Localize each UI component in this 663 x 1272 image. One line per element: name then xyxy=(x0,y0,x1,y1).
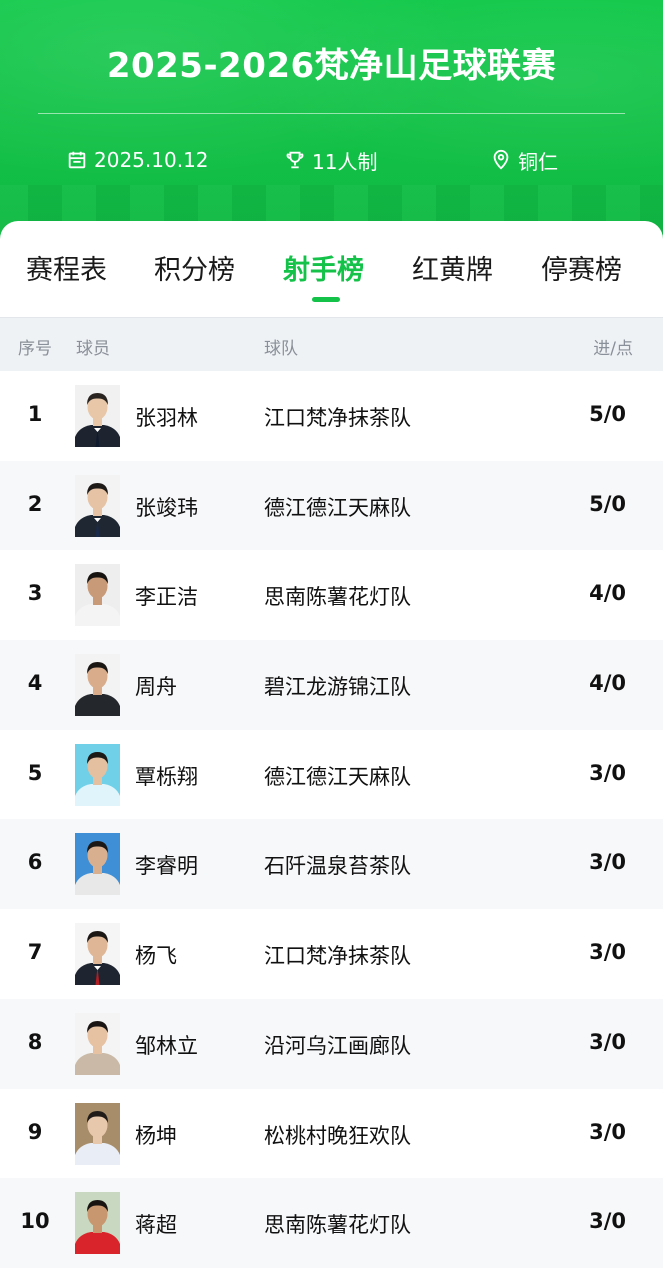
table-row[interactable]: 6 李睿明 石阡温泉苔茶队 3/0 xyxy=(0,819,663,910)
team-name[interactable]: 碧江龙游锦江队 xyxy=(264,671,411,701)
header-goals: 进/点 xyxy=(593,339,633,359)
goals-penalties: 3/0 xyxy=(589,760,626,785)
table-row[interactable]: 4 周舟 碧江龙游锦江队 4/0 xyxy=(0,640,663,730)
team-name[interactable]: 思南陈薯花灯队 xyxy=(264,581,411,611)
player-name[interactable]: 邹林立 xyxy=(135,1030,198,1060)
player-avatar-icon xyxy=(75,385,120,447)
player-name[interactable]: 杨飞 xyxy=(135,940,177,970)
player-avatar-icon xyxy=(75,654,120,717)
player-photo xyxy=(75,564,120,627)
rank-number: 4 xyxy=(27,671,43,696)
player-photo xyxy=(75,1102,120,1165)
rank-number: 9 xyxy=(27,1119,43,1144)
table-row[interactable]: 5 覃栎翔 德江德江天麻队 3/0 xyxy=(0,730,663,820)
player-avatar-icon xyxy=(75,1012,120,1075)
tab-schedule[interactable]: 赛程表 xyxy=(26,251,107,291)
goals-penalties: 4/0 xyxy=(589,581,626,606)
header-divider xyxy=(38,113,625,114)
player-photo xyxy=(75,743,120,806)
scorer-list: 1 张羽林 江口梵净抹茶队 5/0 2 张竣玮 德江德江天麻队 5/0 3 李正… xyxy=(0,371,663,1268)
goals-penalties: 5/0 xyxy=(589,402,626,426)
player-photo xyxy=(75,833,120,896)
player-avatar-icon xyxy=(75,1102,120,1165)
match-location: 铜仁 xyxy=(490,146,558,174)
active-tab-indicator xyxy=(312,297,340,302)
tab-standings[interactable]: 积分榜 xyxy=(154,251,235,291)
trophy-icon xyxy=(286,151,304,169)
rank-number: 1 xyxy=(27,402,43,426)
match-date: 2025.10.12 xyxy=(66,146,209,174)
table-row[interactable]: 9 杨坤 松桃村晚狂欢队 3/0 xyxy=(0,1089,663,1179)
player-name[interactable]: 张竣玮 xyxy=(135,492,198,522)
player-photo xyxy=(75,923,120,986)
rank-number: 6 xyxy=(27,850,43,875)
header-player: 球员 xyxy=(76,339,110,359)
goals-penalties: 4/0 xyxy=(589,671,626,696)
player-avatar-icon xyxy=(75,923,120,986)
team-name[interactable]: 江口梵净抹茶队 xyxy=(264,402,411,432)
team-name[interactable]: 沿河乌江画廊队 xyxy=(264,1030,411,1060)
table-row[interactable]: 7 杨飞 江口梵净抹茶队 3/0 xyxy=(0,909,663,999)
table-row[interactable]: 2 张竣玮 德江德江天麻队 5/0 xyxy=(0,460,663,551)
location-text: 铜仁 xyxy=(518,149,558,174)
player-avatar-icon xyxy=(75,474,120,537)
team-name[interactable]: 思南陈薯花灯队 xyxy=(264,1209,411,1239)
content-panel: 赛程表 积分榜 射手榜 红黄牌 停赛榜 序号 球员 球队 进/点 1 张羽林 江… xyxy=(0,221,663,1272)
date-text: 2025.10.12 xyxy=(94,148,209,172)
player-name[interactable]: 覃栎翔 xyxy=(135,761,198,791)
goals-penalties: 3/0 xyxy=(589,1119,626,1144)
rank-number: 2 xyxy=(27,491,43,516)
table-row[interactable]: 10 蒋超 思南陈薯花灯队 3/0 xyxy=(0,1178,663,1268)
goals-penalties: 3/0 xyxy=(589,1029,626,1054)
format-text: 11人制 xyxy=(312,149,378,174)
rank-number: 5 xyxy=(27,760,43,785)
calendar-icon xyxy=(68,151,86,169)
rank-number: 10 xyxy=(20,1209,50,1234)
team-name[interactable]: 德江德江天麻队 xyxy=(264,492,411,522)
location-pin-icon xyxy=(493,149,509,170)
player-name[interactable]: 李睿明 xyxy=(135,850,198,880)
player-photo xyxy=(75,474,120,537)
table-row[interactable]: 3 李正洁 思南陈薯花灯队 4/0 xyxy=(0,550,663,640)
player-name[interactable]: 李正洁 xyxy=(135,581,198,611)
goals-penalties: 3/0 xyxy=(589,850,626,875)
player-name[interactable]: 蒋超 xyxy=(135,1209,177,1239)
header-rank: 序号 xyxy=(18,339,52,359)
tab-suspensions[interactable]: 停赛榜 xyxy=(541,251,622,291)
player-photo xyxy=(75,385,120,447)
rank-number: 7 xyxy=(27,940,43,965)
player-name[interactable]: 周舟 xyxy=(135,671,177,701)
player-name[interactable]: 杨坤 xyxy=(135,1120,177,1150)
player-avatar-icon xyxy=(75,564,120,627)
table-header: 序号 球员 球队 进/点 xyxy=(0,317,663,371)
goals-penalties: 5/0 xyxy=(589,491,626,516)
team-name[interactable]: 德江德江天麻队 xyxy=(264,761,411,791)
tab-scorers[interactable]: 射手榜 xyxy=(283,251,364,291)
player-photo xyxy=(75,1192,120,1255)
rank-number: 8 xyxy=(27,1029,43,1054)
player-name[interactable]: 张羽林 xyxy=(135,402,198,432)
team-name[interactable]: 江口梵净抹茶队 xyxy=(264,940,411,970)
match-format: 11人制 xyxy=(284,146,377,174)
player-avatar-icon xyxy=(75,1192,120,1255)
team-name[interactable]: 松桃村晚狂欢队 xyxy=(264,1120,411,1150)
league-title: 2025-2026梵净山足球联赛 xyxy=(106,46,557,86)
tab-cards[interactable]: 红黄牌 xyxy=(412,251,493,291)
table-row[interactable]: 8 邹林立 沿河乌江画廊队 3/0 xyxy=(0,998,663,1089)
player-photo xyxy=(75,654,120,717)
player-avatar-icon xyxy=(75,743,120,806)
team-name[interactable]: 石阡温泉苔茶队 xyxy=(264,850,411,880)
goals-penalties: 3/0 xyxy=(589,940,626,965)
header-team: 球队 xyxy=(264,339,298,359)
rank-number: 3 xyxy=(27,581,43,606)
table-row[interactable]: 1 张羽林 江口梵净抹茶队 5/0 xyxy=(0,371,663,461)
tab-bar: 赛程表 积分榜 射手榜 红黄牌 停赛榜 xyxy=(0,221,663,317)
player-avatar-icon xyxy=(75,833,120,896)
player-photo xyxy=(75,1012,120,1075)
goals-penalties: 3/0 xyxy=(589,1209,626,1234)
